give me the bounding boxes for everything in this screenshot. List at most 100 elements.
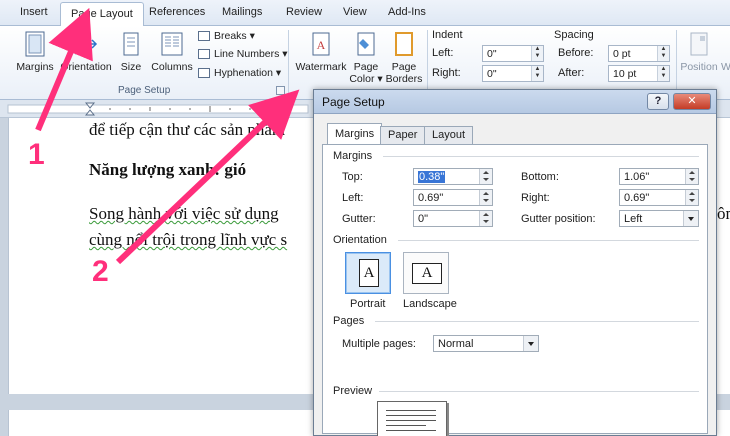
- line-numbers-button[interactable]: Line Numbers ▾: [198, 46, 288, 62]
- spacing-before-label: Before:: [558, 47, 594, 59]
- breaks-icon: [198, 31, 210, 42]
- tab-references[interactable]: References: [149, 6, 205, 18]
- dialog-title-bar[interactable]: Page Setup ? ✕: [314, 90, 716, 114]
- preview-line: [386, 430, 436, 431]
- landscape-button[interactable]: A: [403, 252, 449, 294]
- size-button[interactable]: Size: [118, 30, 144, 73]
- left-margin-input[interactable]: 0.69": [413, 189, 493, 206]
- portrait-icon: A: [359, 259, 379, 287]
- spin-control[interactable]: [685, 190, 698, 205]
- ruler-ticks: [7, 102, 309, 116]
- page-setup-group-label: Page Setup: [118, 85, 171, 96]
- doc-text-fragment: ôn: [717, 204, 730, 223]
- annotation-number-2: 2: [92, 255, 109, 288]
- columns-button[interactable]: Columns: [151, 30, 193, 73]
- spin-arrows[interactable]: ▲ ▼: [657, 66, 669, 81]
- hyphenation-icon: [198, 68, 210, 79]
- section-divider: [398, 240, 699, 241]
- page-setup-launcher[interactable]: [276, 86, 285, 95]
- dialog-title: Page Setup: [322, 95, 385, 109]
- gutter-position-select[interactable]: Left: [619, 210, 699, 227]
- page-color-icon: [357, 32, 375, 56]
- top-margin-input[interactable]: 0.38": [413, 168, 493, 185]
- doc-paragraph-line: cùng nổi trội trong lĩnh vực s: [89, 230, 288, 249]
- preview-line: [386, 415, 436, 416]
- multiple-pages-label: Multiple pages:: [342, 338, 416, 350]
- bottom-margin-input[interactable]: 1.06": [619, 168, 699, 185]
- preview-section-label: Preview: [333, 385, 373, 397]
- tab-margins[interactable]: Margins: [327, 123, 383, 145]
- spin-control[interactable]: [479, 190, 492, 205]
- chevron-down-icon[interactable]: [523, 336, 538, 351]
- indent-left-label: Left:: [432, 47, 454, 59]
- size-icon: [123, 32, 139, 56]
- tab-paper[interactable]: Paper: [380, 126, 426, 144]
- annotation-number-1: 1: [28, 138, 45, 171]
- spacing-title: Spacing: [554, 29, 594, 41]
- page-borders-icon: [395, 32, 413, 56]
- watermark-button[interactable]: A Watermark: [294, 30, 348, 73]
- margins-icon: [25, 31, 45, 57]
- orientation-section-label: Orientation: [333, 234, 387, 246]
- orientation-icon: [75, 33, 98, 55]
- svg-text:A: A: [317, 38, 326, 52]
- indent-left-input[interactable]: 0" ▲ ▼: [482, 45, 544, 62]
- portrait-button[interactable]: A: [345, 252, 391, 294]
- group-separator: [427, 30, 428, 96]
- bottom-label: Bottom:: [521, 171, 559, 183]
- tab-mailings[interactable]: Mailings: [222, 6, 262, 18]
- gutter-input[interactable]: 0": [413, 210, 493, 227]
- orientation-button[interactable]: Orientation: [60, 30, 112, 73]
- preview-page: [377, 401, 447, 436]
- spin-control[interactable]: [479, 211, 492, 226]
- doc-heading: Năng lượng xanh: gió: [89, 160, 247, 179]
- spin-control[interactable]: [479, 169, 492, 184]
- gutter-label: Gutter:: [342, 213, 376, 225]
- spacing-before-input[interactable]: 0 pt ▲ ▼: [608, 45, 670, 62]
- pages-section-label: Pages: [333, 315, 365, 327]
- preview-line: [386, 410, 436, 411]
- left-label: Left:: [342, 192, 364, 204]
- multiple-pages-select[interactable]: Normal: [433, 335, 539, 352]
- doc-paragraph-line: Song hành với việc sử dụng: [89, 204, 279, 223]
- page-setup-dialog: Page Setup ? ✕ Margins Paper Layout Marg…: [313, 89, 717, 436]
- right-label: Right:: [521, 192, 550, 204]
- tab-layout[interactable]: Layout: [424, 126, 474, 144]
- section-divider: [383, 156, 699, 157]
- spacing-after-input[interactable]: 10 pt ▲ ▼: [608, 65, 670, 82]
- page-color-button[interactable]: Page Color ▾: [348, 30, 384, 85]
- indent-right-label: Right:: [432, 67, 461, 79]
- columns-icon: [161, 32, 183, 56]
- margins-button[interactable]: Margins: [14, 30, 56, 73]
- indent-right-input[interactable]: 0" ▲ ▼: [482, 65, 544, 82]
- tab-insert[interactable]: Insert: [20, 6, 48, 18]
- spin-arrows[interactable]: ▲ ▼: [531, 66, 543, 81]
- wrap-text-button[interactable]: W: [720, 30, 730, 73]
- watermark-icon: A: [312, 32, 330, 56]
- group-separator: [288, 30, 289, 96]
- line-numbers-icon: [198, 49, 210, 60]
- page-borders-button[interactable]: Page Borders: [385, 30, 423, 85]
- spin-control[interactable]: [685, 169, 698, 184]
- hyphenation-button[interactable]: Hyphenation ▾: [198, 65, 281, 81]
- spin-arrows[interactable]: ▲ ▼: [531, 46, 543, 61]
- tab-review[interactable]: Review: [286, 6, 322, 18]
- portrait-label: Portrait: [350, 298, 386, 310]
- close-button[interactable]: ✕: [673, 93, 711, 110]
- spin-arrows[interactable]: ▲ ▼: [657, 46, 669, 61]
- position-button[interactable]: Position: [680, 30, 718, 73]
- gutter-position-label: Gutter position:: [521, 213, 596, 225]
- doc-text-line: để tiếp cận thư các sản phẩm: [89, 120, 286, 139]
- indent-title: Indent: [432, 29, 463, 41]
- breaks-button[interactable]: Breaks ▾: [198, 28, 255, 44]
- landscape-label: Landscape: [403, 298, 457, 310]
- help-button[interactable]: ?: [647, 93, 669, 110]
- ribbon-tab-bar: Insert Page Layout References Mailings R…: [0, 0, 730, 27]
- tab-view[interactable]: View: [343, 6, 367, 18]
- right-margin-input[interactable]: 0.69": [619, 189, 699, 206]
- margins-section-label: Margins: [333, 150, 373, 162]
- chevron-down-icon[interactable]: [683, 211, 698, 226]
- top-label: Top:: [342, 171, 363, 183]
- tab-add-ins[interactable]: Add-Ins: [388, 6, 426, 18]
- tab-page-layout[interactable]: Page Layout: [60, 2, 144, 27]
